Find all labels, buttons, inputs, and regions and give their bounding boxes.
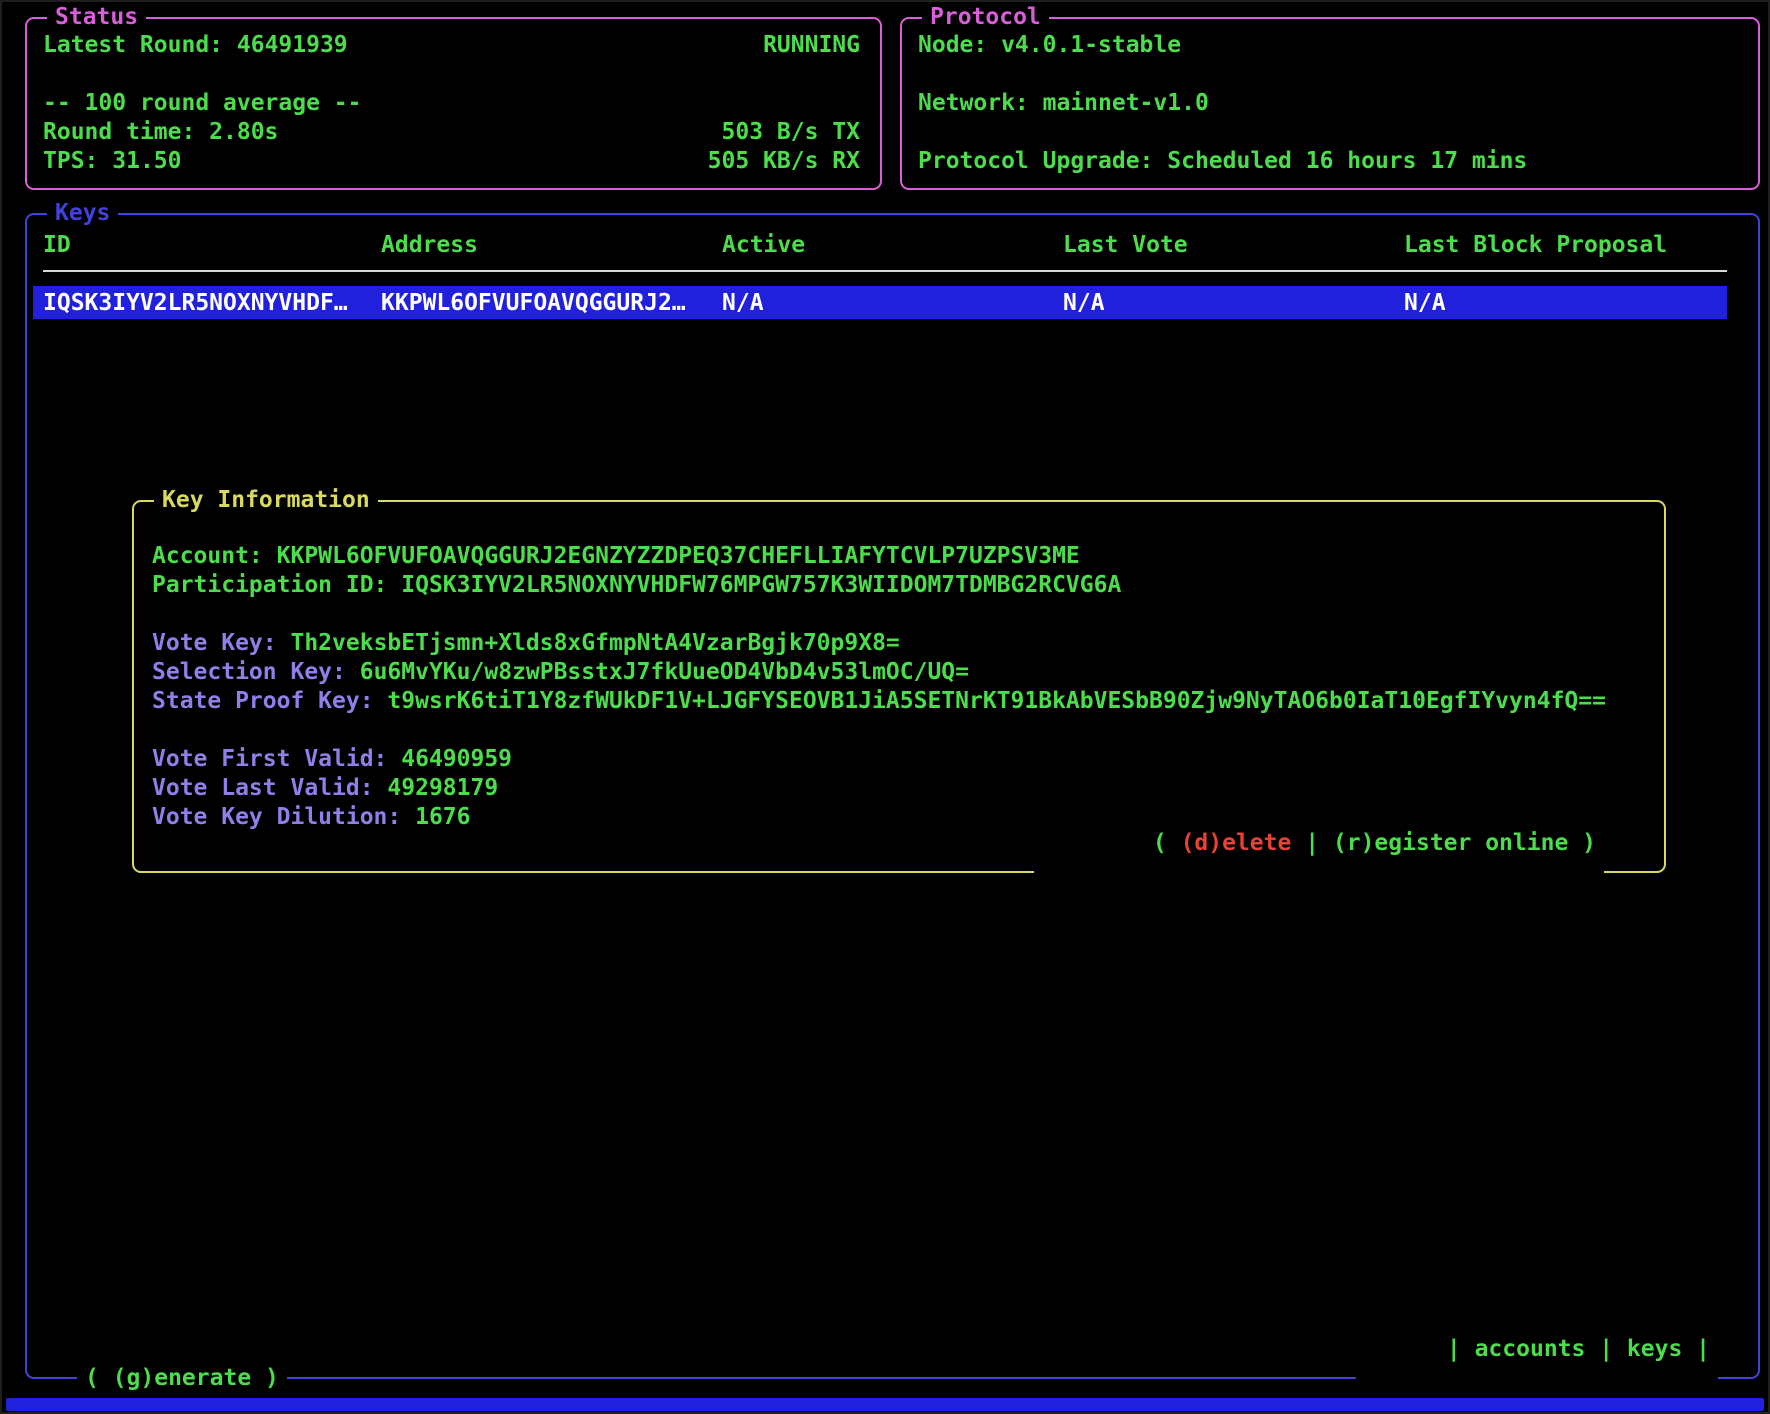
vote-last-valid-line: Vote Last Valid: 49298179 — [152, 774, 1644, 803]
nav-item-keys[interactable]: keys — [1627, 1336, 1682, 1362]
state-proof-key-line: State Proof Key: t9wsrK6tiT1Y8zfWUkDF1V+… — [152, 687, 1644, 716]
latest-round-label: Latest Round: — [43, 32, 237, 58]
key-information-panel: Key Information Account: KKPWL6OFVUFOAVQ… — [132, 500, 1666, 873]
status-panel: Status Latest Round: 46491939 RUNNING --… — [25, 17, 882, 190]
column-header-active: Active — [722, 231, 1063, 260]
key-row-last-block-proposal: N/A — [1404, 290, 1727, 316]
vote-first-valid-label: Vote First Valid: — [152, 746, 401, 772]
vote-key-line: Vote Key: Th2veksbETjsmn+Xlds8xGfmpNtA4V… — [152, 629, 1644, 658]
actions-close-paren: ) — [1568, 830, 1596, 856]
key-row-id: IQSK3IYV2LR5NOXNYVHDF… — [43, 290, 381, 316]
account-label: Account: — [152, 543, 277, 569]
status-line-round: Latest Round: 46491939 RUNNING — [43, 31, 860, 60]
participation-id-line: Participation ID: IQSK3IYV2LR5NOXNYVHDFW… — [152, 571, 1644, 600]
delete-button[interactable]: (d)elete — [1181, 830, 1292, 856]
participation-id-value: IQSK3IYV2LR5NOXNYVHDFW76MPGW757K3WIIDOM7… — [401, 572, 1121, 598]
column-header-last-block-proposal: Last Block Proposal — [1404, 231, 1758, 260]
vote-first-valid-line: Vote First Valid: 46490959 — [152, 745, 1644, 774]
node-running-badge: RUNNING — [763, 31, 860, 60]
tps-label: TPS: — [43, 148, 112, 174]
account-value: KKPWL6OFVUFOAVQGGURJ2EGNZYZZDPEQ37CHEFLL… — [277, 543, 1080, 569]
terminal-screen: Status Latest Round: 46491939 RUNNING --… — [0, 0, 1770, 1414]
selection-key-line: Selection Key: 6u6MvYKu/w8zwPBsstxJ7fkUu… — [152, 658, 1644, 687]
key-table-row-selected[interactable]: IQSK3IYV2LR5NOXNYVHDF… KKPWL6OFVUFOAVQGG… — [33, 286, 1727, 319]
tps-value: 31.50 — [112, 148, 181, 174]
keys-panel: Keys ID Address Active Last Vote Last Bl… — [25, 213, 1760, 1379]
table-header-divider — [43, 270, 1727, 272]
protocol-panel: Protocol Node: v4.0.1-stable Network: ma… — [900, 17, 1760, 190]
keys-panel-title: Keys — [47, 199, 118, 228]
selection-key-label: Selection Key: — [152, 659, 360, 685]
network-name: Network: mainnet-v1.0 — [918, 89, 1738, 118]
selection-key-value: 6u6MvYKu/w8zwPBsstxJ7fkUueOD4VbD4v53lmOC… — [360, 659, 969, 685]
account-line: Account: KKPWL6OFVUFOAVQGGURJ2EGNZYZZDPE… — [152, 542, 1644, 571]
key-row-last-vote: N/A — [1063, 290, 1404, 316]
protocol-panel-title: Protocol — [922, 3, 1049, 32]
generate-button[interactable]: ( (g)enerate ) — [77, 1364, 287, 1393]
state-proof-key-value: t9wsrK6tiT1Y8zfWUkDF1V+LJGFYSEOVB1JiA5SE… — [387, 688, 1606, 714]
key-row-active: N/A — [722, 290, 1063, 316]
vote-last-valid-value: 49298179 — [387, 775, 498, 801]
nav-separator-left: | — [1447, 1336, 1475, 1362]
column-header-last-vote: Last Vote — [1063, 231, 1404, 260]
round-time-value: 2.80s — [209, 119, 278, 145]
protocol-upgrade-status: Protocol Upgrade: Scheduled 16 hours 17 … — [918, 147, 1738, 176]
register-online-button[interactable]: (r)egister online — [1333, 830, 1568, 856]
vote-key-value: Th2veksbETjsmn+Xlds8xGfmpNtA4VzarBgjk70p… — [290, 630, 899, 656]
vote-key-dilution-label: Vote Key Dilution: — [152, 804, 415, 830]
actions-open-paren: ( — [1153, 830, 1181, 856]
key-row-address: KKPWL6OFVUFOAVQGGURJ2… — [381, 290, 722, 316]
vote-key-label: Vote Key: — [152, 630, 290, 656]
state-proof-key-label: State Proof Key: — [152, 688, 387, 714]
latest-round-value: 46491939 — [237, 32, 348, 58]
tx-rate-value: 503 B/s TX — [722, 118, 860, 147]
footer-nav: | accounts | keys | — [1356, 1306, 1718, 1393]
nav-item-accounts[interactable]: accounts — [1475, 1336, 1586, 1362]
status-line-tps: TPS: 31.50 505 KB/s RX — [43, 147, 860, 176]
vote-last-valid-label: Vote Last Valid: — [152, 775, 387, 801]
nav-separator-mid: | — [1585, 1336, 1627, 1362]
participation-id-label: Participation ID: — [152, 572, 401, 598]
status-line-roundtime: Round time: 2.80s 503 B/s TX — [43, 118, 860, 147]
status-panel-title: Status — [47, 3, 146, 32]
rx-rate-value: 505 KB/s RX — [708, 147, 860, 176]
vote-key-dilution-value: 1676 — [415, 804, 470, 830]
column-header-id: ID — [43, 231, 381, 260]
bottom-scrollbar[interactable] — [6, 1398, 1764, 1411]
key-actions: ( (d)elete | (r)egister online ) — [1034, 800, 1604, 887]
round-average-header: -- 100 round average -- — [43, 89, 860, 118]
vote-first-valid-value: 46490959 — [401, 746, 512, 772]
round-time-label: Round time: — [43, 119, 209, 145]
actions-separator: | — [1291, 830, 1333, 856]
keys-table-header: ID Address Active Last Vote Last Block P… — [27, 231, 1758, 260]
key-information-title: Key Information — [154, 486, 378, 515]
column-header-address: Address — [381, 231, 722, 260]
nav-separator-right: | — [1682, 1336, 1710, 1362]
node-version: Node: v4.0.1-stable — [918, 31, 1738, 60]
